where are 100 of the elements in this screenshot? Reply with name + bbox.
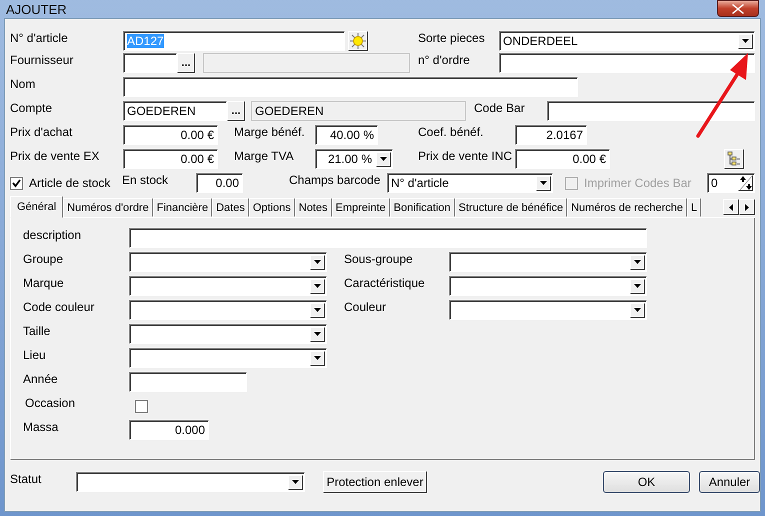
tab[interactable]: Notes: [294, 198, 332, 217]
input-field[interactable]: [129, 228, 647, 248]
dropdown-field[interactable]: 21.00 %: [315, 149, 393, 169]
field-label: N° d'article: [10, 31, 69, 45]
dropdown-button[interactable]: [630, 278, 645, 294]
caret-icon: [634, 308, 641, 312]
dropdown-field[interactable]: [129, 276, 327, 296]
dropdown-field[interactable]: [129, 348, 327, 368]
dropdown-field[interactable]: [449, 300, 647, 320]
dropdown-field[interactable]: [449, 252, 647, 272]
tab[interactable]: Numéros d'ordre: [63, 198, 153, 217]
dropdown-field[interactable]: N° d'article: [387, 173, 553, 193]
tab[interactable]: Empreinte: [332, 198, 390, 217]
tab[interactable]: Dates: [212, 198, 249, 217]
caret-icon: [314, 260, 321, 264]
field-label: Code Bar: [474, 101, 526, 115]
dropdown-button[interactable]: [630, 302, 645, 318]
close-button[interactable]: [717, 0, 759, 17]
close-icon: [732, 4, 744, 14]
field-label: Coef. bénéf.: [418, 125, 484, 139]
caret-icon: [634, 260, 641, 264]
cancel-button[interactable]: Annuler: [699, 471, 760, 493]
caret-icon: [314, 332, 321, 336]
field-label: En stock: [122, 173, 170, 187]
scroll-right-icon[interactable]: [739, 199, 755, 215]
input-field[interactable]: [547, 101, 755, 121]
field-label: Occasion: [25, 396, 76, 410]
dropdown-field[interactable]: [129, 252, 327, 272]
field-label: Année: [23, 372, 59, 386]
checkbox[interactable]: [10, 176, 23, 190]
dropdown-field[interactable]: [129, 324, 327, 344]
caret-icon: [634, 284, 641, 288]
tree-icon[interactable]: [724, 149, 744, 169]
input-field[interactable]: 0.00 €: [123, 125, 218, 145]
input-field[interactable]: 0.00 €: [515, 149, 610, 169]
field-label: n° d'ordre: [418, 53, 471, 67]
input-field[interactable]: [123, 53, 177, 73]
input-field[interactable]: [123, 77, 578, 97]
caret-icon: [314, 284, 321, 288]
field-label: Marge TVA: [234, 149, 295, 163]
browse-button[interactable]: ...: [177, 53, 195, 73]
dropdown-button[interactable]: [310, 326, 325, 342]
input-field[interactable]: 40.00 %: [315, 125, 378, 145]
tab[interactable]: Numéros de recherche: [567, 198, 687, 217]
tab[interactable]: Financière: [152, 198, 212, 217]
input-field[interactable]: 0.00: [196, 173, 243, 193]
scroll-left-icon[interactable]: [723, 199, 739, 215]
dropdown-button[interactable]: [288, 474, 303, 490]
caret-icon: [314, 308, 321, 312]
ok-button[interactable]: OK: [603, 471, 690, 493]
input-field[interactable]: [129, 372, 247, 392]
field-label: Prix de vente INC: [418, 149, 514, 163]
browse-button[interactable]: ...: [227, 101, 245, 121]
spin-arrows-icon[interactable]: [738, 175, 753, 191]
field-label: Fournisseur: [10, 53, 74, 67]
readonly-field: GOEDEREN: [251, 101, 466, 121]
sun-icon[interactable]: [348, 31, 368, 51]
dropdown-button[interactable]: [376, 152, 391, 166]
field-label: Nom: [10, 77, 36, 91]
dropdown-field[interactable]: [129, 300, 327, 320]
checkbox-label: Imprimer Codes Bar: [584, 176, 692, 190]
dropdown-button[interactable]: [310, 254, 325, 270]
caret-icon: [742, 39, 749, 43]
dropdown-button[interactable]: [310, 302, 325, 318]
field-label: Taille: [23, 324, 52, 338]
input-field[interactable]: 2.0167: [515, 125, 587, 145]
protection-button[interactable]: Protection enlever: [323, 471, 427, 493]
dropdown-field[interactable]: ONDERDEEL: [499, 31, 755, 51]
field-label: Prix d'achat: [10, 125, 74, 139]
dropdown-button[interactable]: [310, 350, 325, 366]
tab[interactable]: Bonification: [390, 198, 455, 217]
field-label: description: [23, 228, 82, 242]
field-label: Couleur: [344, 300, 388, 314]
caret-icon: [314, 356, 321, 360]
tab[interactable]: L: [686, 198, 702, 217]
caret-icon: [292, 480, 299, 484]
field-label: Sous-groupe: [344, 252, 414, 266]
dropdown-field[interactable]: [449, 276, 647, 296]
dropdown-button[interactable]: [630, 254, 645, 270]
tab[interactable]: Options: [248, 198, 295, 217]
tab[interactable]: Structure de bénéfice: [454, 198, 568, 217]
input-field[interactable]: 0.000: [129, 420, 209, 440]
input-field[interactable]: 0.00 €: [123, 149, 218, 169]
field-label: Marque: [23, 276, 65, 290]
dropdown-button[interactable]: [536, 176, 551, 190]
field-label: Caractéristique: [344, 276, 426, 290]
field-label: Sorte pieces: [418, 31, 486, 45]
dropdown-field[interactable]: [76, 472, 305, 492]
checkbox[interactable]: [135, 400, 148, 412]
dropdown-button[interactable]: [738, 34, 753, 48]
tab[interactable]: Général: [10, 196, 64, 218]
dropdown-button[interactable]: [310, 278, 325, 294]
field-label: Groupe: [23, 252, 64, 266]
field-label: Champs barcode: [289, 173, 382, 187]
spinner-field[interactable]: 0: [707, 173, 755, 193]
input-field[interactable]: [499, 53, 755, 73]
input-field[interactable]: GOEDEREN: [123, 101, 227, 121]
caret-icon: [540, 181, 547, 185]
field-label: Statut: [10, 472, 42, 486]
window-title: AJOUTER: [5, 2, 67, 16]
